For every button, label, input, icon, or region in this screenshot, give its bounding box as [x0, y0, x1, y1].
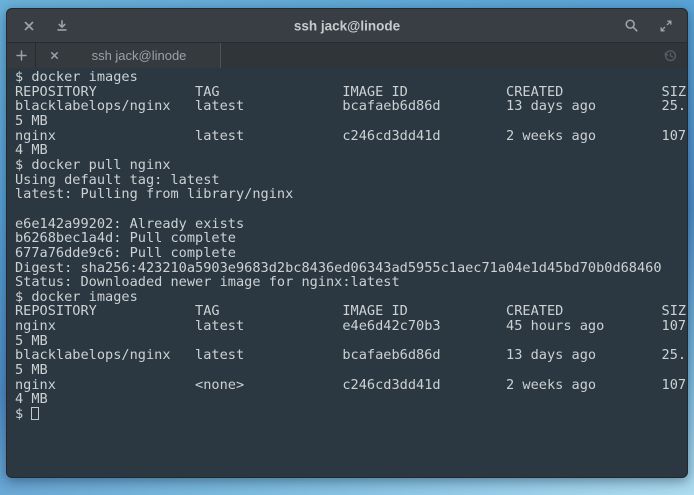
terminal-line: nginx <none> c246cd3dd41d 2 weeks ago 10… — [15, 378, 687, 393]
window-download-button[interactable] — [53, 17, 71, 35]
new-tab-button[interactable] — [7, 43, 36, 68]
terminal-line: REPOSITORY TAG IMAGE ID CREATED SIZE — [15, 85, 687, 100]
terminal-line: e6e142a99202: Already exists — [15, 217, 687, 232]
window-title: ssh jack@linode — [294, 18, 400, 33]
terminal-line: Using default tag: latest — [15, 173, 687, 188]
titlebar-right-controls — [622, 17, 675, 35]
terminal-line — [15, 202, 687, 217]
terminal-line: blacklabelops/nginx latest bcafaeb6d86d … — [15, 348, 687, 363]
terminal-line: REPOSITORY TAG IMAGE ID CREATED SIZE — [15, 304, 687, 319]
tab-bar: ssh jack@linode — [7, 42, 687, 68]
terminal-line: latest: Pulling from library/nginx — [15, 187, 687, 202]
terminal-line: 5 MB — [15, 363, 687, 378]
terminal-line: 677a76dde9c6: Pull complete — [15, 246, 687, 261]
plus-icon — [15, 49, 28, 62]
terminal-scrollback: $ docker imagesREPOSITORY TAG IMAGE ID C… — [15, 70, 687, 407]
tab-close-button[interactable] — [46, 48, 62, 64]
maximize-icon — [659, 19, 673, 33]
window-close-button[interactable] — [20, 17, 38, 35]
terminal-cursor — [31, 407, 39, 420]
terminal-prompt-line: $ — [15, 407, 687, 422]
terminal-line: $ docker images — [15, 70, 687, 85]
terminal-line: blacklabelops/nginx latest bcafaeb6d86d … — [15, 99, 687, 114]
terminal-line: nginx latest c246cd3dd41d 2 weeks ago 10… — [15, 129, 687, 144]
x-icon — [49, 50, 60, 61]
terminal-line: 4 MB — [15, 143, 687, 158]
terminal-line: $ docker images — [15, 290, 687, 305]
session-history-button[interactable] — [653, 43, 687, 68]
close-icon — [22, 19, 36, 33]
terminal-line: 5 MB — [15, 334, 687, 349]
terminal-output[interactable]: $ docker imagesREPOSITORY TAG IMAGE ID C… — [7, 68, 687, 478]
history-clock-icon — [663, 48, 678, 63]
terminal-line: 5 MB — [15, 114, 687, 129]
search-button[interactable] — [622, 17, 640, 35]
terminal-window: ssh jack@linode — [6, 8, 688, 478]
terminal-line: nginx latest e4e6d42c70b3 45 hours ago 1… — [15, 319, 687, 334]
terminal-line: Status: Downloaded newer image for nginx… — [15, 275, 687, 290]
titlebar-left-controls — [20, 17, 71, 35]
tabbar-empty-space — [221, 43, 653, 68]
tab-label: ssh jack@linode — [68, 48, 210, 63]
terminal-line: 4 MB — [15, 392, 687, 407]
titlebar: ssh jack@linode — [7, 9, 687, 42]
terminal-line: Digest: sha256:423210a5903e9683d2bc8436e… — [15, 261, 687, 276]
maximize-button[interactable] — [657, 17, 675, 35]
search-icon — [624, 18, 639, 33]
terminal-line: $ docker pull nginx — [15, 158, 687, 173]
tab-ssh-jack-linode[interactable]: ssh jack@linode — [36, 43, 221, 68]
download-icon — [55, 19, 69, 33]
terminal-line: b6268bec1a4d: Pull complete — [15, 231, 687, 246]
shell-prompt: $ — [15, 407, 31, 422]
